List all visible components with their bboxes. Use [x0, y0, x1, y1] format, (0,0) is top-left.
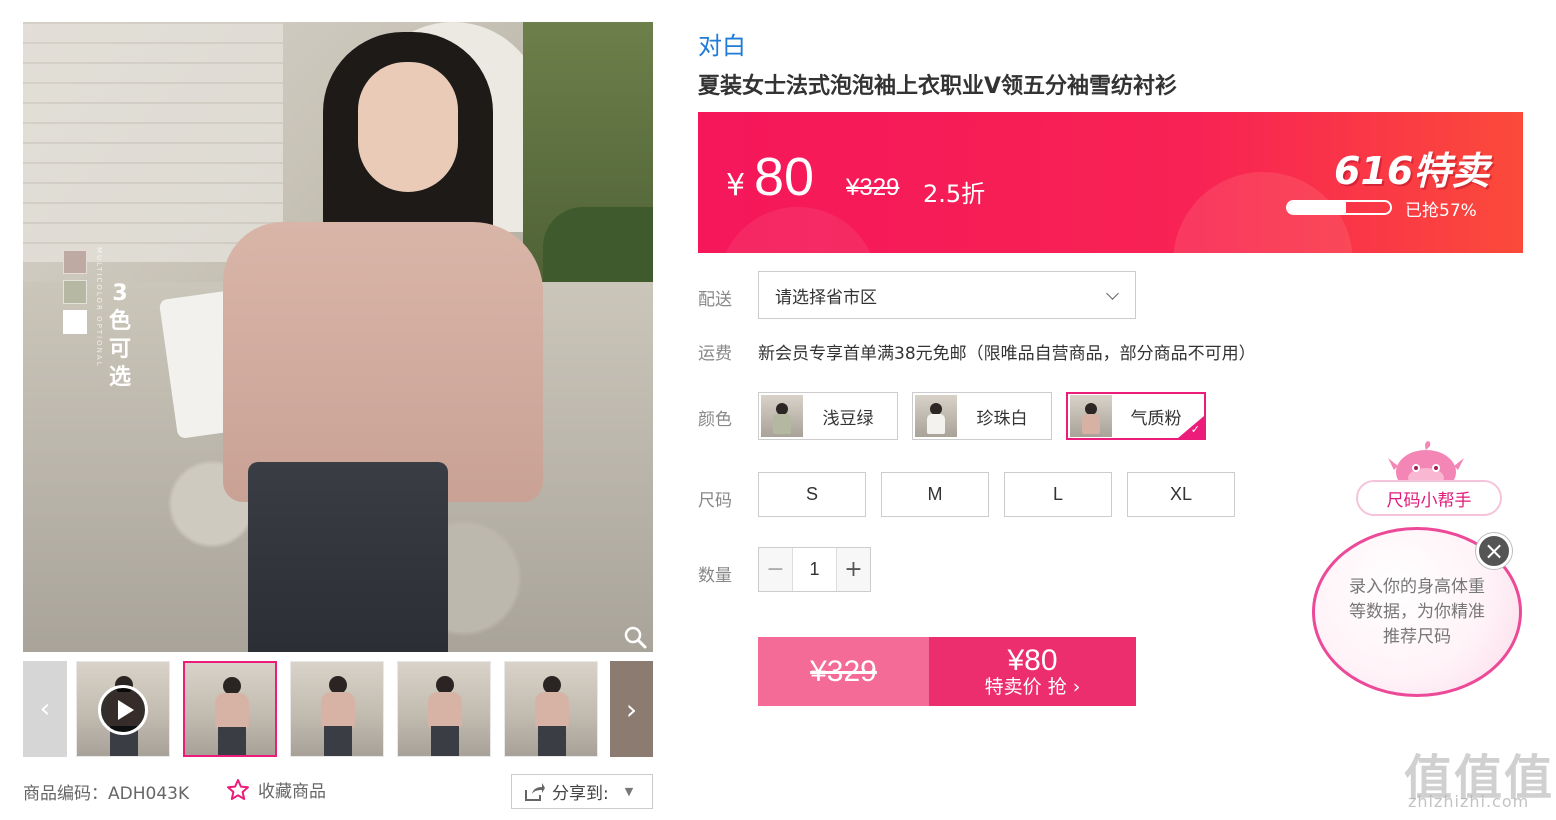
color-count-digit: 3 [112, 281, 128, 306]
quantity-label: 数量 [698, 566, 732, 586]
thumbnail-4[interactable] [397, 661, 491, 757]
quantity-increase-button[interactable]: + [836, 548, 870, 591]
favorite-button[interactable]: 收藏商品 [226, 777, 326, 802]
size-option-s[interactable]: S [758, 472, 866, 517]
color-count-text: 3 色 可 选 [109, 280, 131, 392]
promo-title: 616特卖 [1334, 149, 1490, 193]
product-sku: 商品编码：ADH043K [23, 784, 190, 804]
favorite-label: 收藏商品 [258, 782, 326, 802]
chevron-right-icon: › [625, 692, 638, 726]
chevron-down-icon [1106, 286, 1119, 300]
thumbnail-prev-button[interactable]: ‹ [23, 661, 67, 757]
color-option-thumb [1070, 395, 1112, 437]
size-option-l[interactable]: L [1004, 472, 1112, 517]
size-helper-button[interactable]: 尺码小帮手 [1356, 480, 1502, 516]
color-count-char-1: 色 [109, 309, 132, 334]
size-option-m[interactable]: M [881, 472, 989, 517]
swatch-white [63, 310, 87, 334]
color-count-char-2: 可 [109, 337, 132, 362]
chevron-left-icon: ‹ [39, 694, 51, 724]
sold-progress-text: 已抢57% [1405, 201, 1477, 221]
star-icon [227, 778, 249, 800]
product-main-image[interactable]: MULTICOLOR OPTIONAL 3 色 可 选 [23, 22, 653, 652]
brand-link[interactable]: 对白 [698, 26, 746, 61]
color-swatch-overlay [63, 250, 87, 334]
watermark-url: zhizhizhi.com [1408, 792, 1530, 811]
multicolor-caption: MULTICOLOR OPTIONAL [95, 247, 103, 368]
thumbnail-next-button[interactable]: › [610, 661, 653, 757]
play-icon[interactable] [98, 685, 148, 735]
color-option-thumb [915, 395, 957, 437]
model-jeans [248, 462, 448, 652]
thumbnail-5[interactable] [504, 661, 598, 757]
price-banner: ¥ 80 ¥329 2.5折 616特卖 已抢57% [698, 112, 1523, 253]
shipping-info: 新会员专享首单满38元免邮（限唯品自营商品，部分商品不可用） [758, 344, 1256, 364]
currency-symbol: ¥ [726, 168, 746, 203]
buy-price: ¥80 [1007, 643, 1058, 677]
size-option-xl[interactable]: XL [1127, 472, 1235, 517]
original-price: ¥329 [846, 174, 900, 201]
buy-original-price[interactable]: ¥329 [758, 637, 929, 706]
color-count-char-3: 选 [109, 365, 132, 390]
thumbnail-strip [76, 661, 598, 757]
quantity-decrease-button[interactable]: − [759, 548, 793, 591]
color-option-thumb [761, 395, 803, 437]
discount-badge: 2.5折 [923, 180, 986, 208]
product-title: 夏装女士法式泡泡袖上衣职业V领五分袖雪纺衬衫 [698, 74, 1178, 99]
size-helper-text: 录入你的身高体重等数据，为你精准推荐尺码 [1349, 576, 1485, 647]
color-option-pink[interactable]: 气质粉 ✓ [1066, 392, 1206, 440]
caret-down-icon: ▼ [624, 785, 634, 798]
region-select-value: 请选择省市区 [775, 287, 877, 308]
zoom-icon[interactable] [622, 624, 648, 650]
thumbnail-video[interactable] [76, 661, 170, 757]
color-option-label: 浅豆绿 [822, 408, 874, 429]
color-label: 颜色 [698, 410, 732, 430]
thumbnail-3[interactable] [290, 661, 384, 757]
close-icon[interactable]: × [1476, 533, 1512, 569]
model-face [358, 62, 458, 192]
shipping-label: 运费 [698, 344, 732, 364]
color-option-label: 珍珠白 [976, 408, 1028, 429]
swatch-pink [63, 250, 87, 274]
model-shirt [223, 222, 543, 502]
sold-progress-bar [1286, 200, 1392, 215]
share-icon [525, 782, 545, 801]
quantity-input[interactable]: 1 [793, 548, 836, 591]
sold-progress-fill [1288, 202, 1347, 213]
share-dropdown[interactable]: 分享到: ▼ [511, 774, 653, 809]
color-option-light-green[interactable]: 浅豆绿 [758, 392, 898, 440]
buy-cta-label: 特卖价 抢 › [984, 676, 1081, 699]
current-price: 80 [754, 147, 815, 207]
swatch-green [63, 280, 87, 304]
size-label: 尺码 [698, 491, 732, 511]
thumbnail-2[interactable] [183, 661, 277, 757]
share-label: 分享到: [552, 784, 609, 804]
check-icon: ✓ [1190, 423, 1200, 436]
quantity-stepper: − 1 + [758, 547, 871, 592]
delivery-label: 配送 [698, 290, 732, 310]
color-option-pearl-white[interactable]: 珍珠白 [912, 392, 1052, 440]
buy-now-button[interactable]: ¥80 特卖价 抢 › [929, 637, 1136, 706]
region-select[interactable]: 请选择省市区 [758, 271, 1136, 319]
background-wall [23, 22, 283, 262]
